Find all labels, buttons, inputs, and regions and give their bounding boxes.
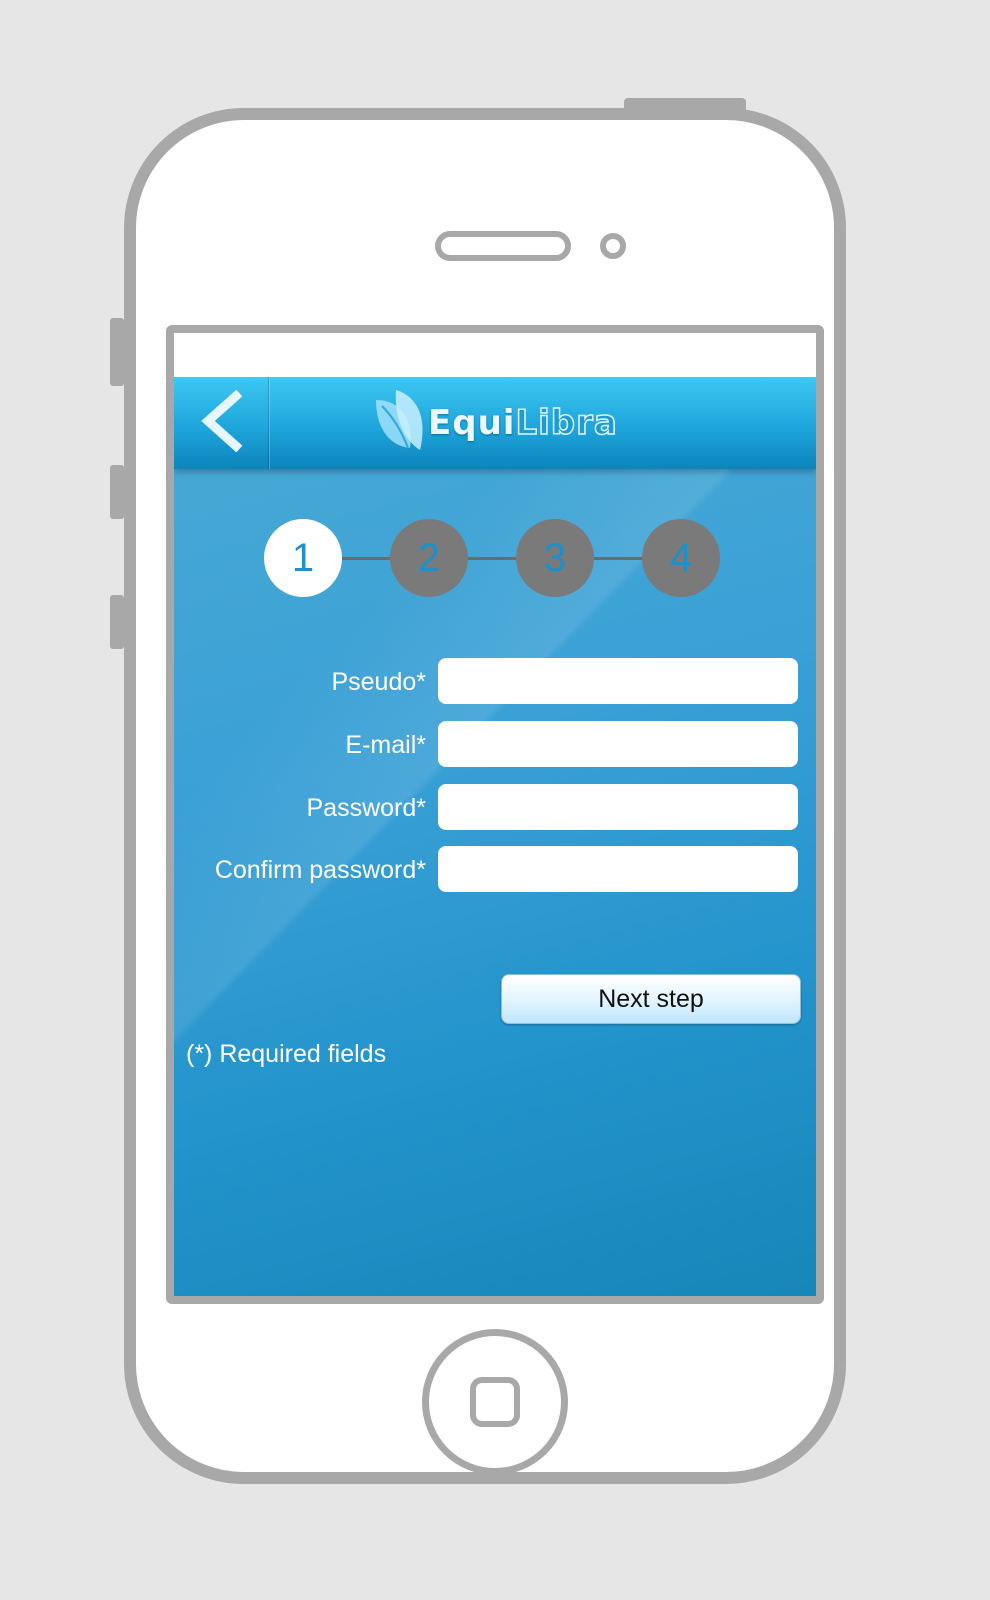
step-1: 1: [264, 519, 342, 597]
speaker-grille: [435, 231, 571, 261]
step-indicator: 1 2 3 4: [264, 519, 724, 599]
chevron-left-icon: [198, 389, 244, 456]
step-2: 2: [390, 519, 468, 597]
app-header: EquiLibra: [174, 377, 816, 469]
password-input[interactable]: [438, 784, 798, 830]
back-button[interactable]: [174, 377, 269, 469]
app-screen: EquiLibra 1 2 3 4 Pseudo* E-mail* Passwo…: [174, 377, 816, 1296]
form-row-email: E-mail*: [174, 721, 816, 769]
mute-switch: [110, 318, 124, 386]
email-label: E-mail*: [345, 730, 426, 759]
leaf-icon: [370, 386, 434, 460]
step-connector: [304, 557, 684, 560]
app-logo: EquiLibra: [370, 387, 630, 459]
email-input[interactable]: [438, 721, 798, 767]
logo-text-equi: Equi: [428, 403, 516, 443]
step-4: 4: [642, 519, 720, 597]
step-3: 3: [516, 519, 594, 597]
home-button-icon: [470, 1377, 520, 1427]
next-step-button[interactable]: Next step: [501, 974, 801, 1024]
pseudo-label: Pseudo*: [331, 667, 426, 696]
required-fields-note: (*) Required fields: [186, 1040, 387, 1068]
form-row-password: Password*: [174, 784, 816, 832]
screen: EquiLibra 1 2 3 4 Pseudo* E-mail* Passwo…: [166, 325, 824, 1304]
logo-text: EquiLibra: [428, 402, 618, 444]
volume-down-button: [110, 595, 124, 649]
pseudo-input[interactable]: [438, 658, 798, 704]
front-camera: [600, 233, 626, 259]
confirm-password-label: Confirm password*: [214, 855, 426, 884]
confirm-password-input[interactable]: [438, 846, 798, 892]
logo-text-libra: Libra: [515, 402, 618, 444]
password-label: Password*: [306, 793, 427, 822]
volume-up-button: [110, 465, 124, 519]
form-row-confirm-password: Confirm password*: [174, 846, 816, 894]
form-row-pseudo: Pseudo*: [174, 658, 816, 706]
